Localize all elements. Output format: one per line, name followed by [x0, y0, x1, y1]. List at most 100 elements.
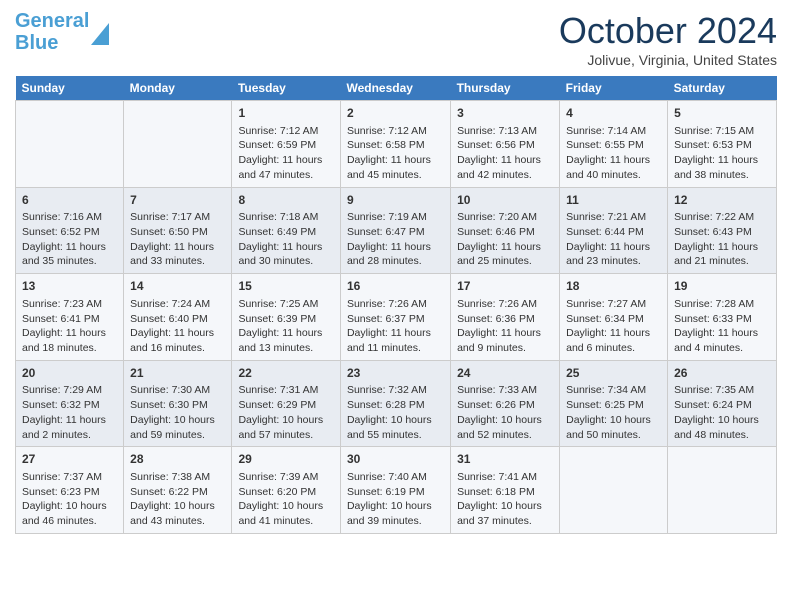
logo-text: General Blue	[15, 10, 89, 54]
calendar-cell: 23Sunrise: 7:32 AM Sunset: 6:28 PM Dayli…	[340, 360, 450, 447]
calendar-cell: 27 Sunrise: 7:37 AM Sunset: 6:23 PM Dayli…	[16, 447, 124, 534]
day-content: Sunrise: 7:26 AM Sunset: 6:37 PM Dayligh…	[347, 297, 444, 356]
day-number: 17	[457, 278, 553, 295]
header-row: SundayMondayTuesdayWednesdayThursdayFrid…	[16, 76, 777, 101]
day-content: Sunrise: 7:39 AM Sunset: 6:20 PM Dayligh…	[238, 470, 334, 529]
calendar-cell: 8Sunrise: 7:18 AM Sunset: 6:49 PM Daylig…	[232, 187, 341, 274]
calendar-cell: 2Sunrise: 7:12 AM Sunset: 6:58 PM Daylig…	[340, 101, 450, 188]
calendar-cell: 1 Sunrise: 7:12 AM Sunset: 6:59 PM Daylig…	[232, 101, 341, 188]
day-content: Sunrise: 7:35 AM Sunset: 6:24 PM Dayligh…	[674, 383, 770, 442]
calendar-cell: 21Sunrise: 7:30 AM Sunset: 6:30 PM Dayli…	[124, 360, 232, 447]
calendar-cell: 5 Sunrise: 7:15 AM Sunset: 6:53 PM Daylig…	[668, 101, 777, 188]
calendar-cell: 20Sunrise: 7:29 AM Sunset: 6:32 PM Dayli…	[16, 360, 124, 447]
logo-arrow-icon	[91, 23, 109, 45]
calendar-cell: 28Sunrise: 7:38 AM Sunset: 6:22 PM Dayli…	[124, 447, 232, 534]
calendar-cell: 4Sunrise: 7:14 AM Sunset: 6:55 PM Daylig…	[560, 101, 668, 188]
day-content: Sunrise: 7:14 AM Sunset: 6:55 PM Dayligh…	[566, 124, 661, 183]
header: General Blue October 2024 Jolivue, Virgi…	[15, 10, 777, 68]
day-number: 1	[238, 105, 334, 122]
week-row-4: 20Sunrise: 7:29 AM Sunset: 6:32 PM Dayli…	[16, 360, 777, 447]
day-content: Sunrise: 7:28 AM Sunset: 6:33 PM Dayligh…	[674, 297, 770, 356]
calendar-cell: 16 Sunrise: 7:26 AM Sunset: 6:37 PM Dayli…	[340, 274, 450, 361]
calendar-cell: 30Sunrise: 7:40 AM Sunset: 6:19 PM Dayli…	[340, 447, 450, 534]
day-number: 7	[130, 192, 225, 209]
week-row-3: 13 Sunrise: 7:23 AM Sunset: 6:41 PM Dayli…	[16, 274, 777, 361]
day-content: Sunrise: 7:19 AM Sunset: 6:47 PM Dayligh…	[347, 210, 444, 269]
logo-blue: Blue	[15, 32, 58, 54]
day-number: 19	[674, 278, 770, 295]
calendar-header: SundayMondayTuesdayWednesdayThursdayFrid…	[16, 76, 777, 101]
day-header-friday: Friday	[560, 76, 668, 101]
day-number: 8	[238, 192, 334, 209]
calendar-cell: 3Sunrise: 7:13 AM Sunset: 6:56 PM Daylig…	[451, 101, 560, 188]
day-header-monday: Monday	[124, 76, 232, 101]
day-header-thursday: Thursday	[451, 76, 560, 101]
day-number: 16	[347, 278, 444, 295]
day-content: Sunrise: 7:17 AM Sunset: 6:50 PM Dayligh…	[130, 210, 225, 269]
day-content: Sunrise: 7:31 AM Sunset: 6:29 PM Dayligh…	[238, 383, 334, 442]
calendar-cell: 7Sunrise: 7:17 AM Sunset: 6:50 PM Daylig…	[124, 187, 232, 274]
day-content: Sunrise: 7:41 AM Sunset: 6:18 PM Dayligh…	[457, 470, 553, 529]
day-content: Sunrise: 7:27 AM Sunset: 6:34 PM Dayligh…	[566, 297, 661, 356]
day-content: Sunrise: 7:15 AM Sunset: 6:53 PM Dayligh…	[674, 124, 770, 183]
day-number: 22	[238, 365, 334, 382]
month-title: October 2024	[559, 10, 777, 52]
day-number: 3	[457, 105, 553, 122]
calendar-cell: 10Sunrise: 7:20 AM Sunset: 6:46 PM Dayli…	[451, 187, 560, 274]
day-number: 12	[674, 192, 770, 209]
calendar-cell: 18 Sunrise: 7:27 AM Sunset: 6:34 PM Dayli…	[560, 274, 668, 361]
day-content: Sunrise: 7:37 AM Sunset: 6:23 PM Dayligh…	[22, 470, 117, 529]
calendar-cell: 29 Sunrise: 7:39 AM Sunset: 6:20 PM Dayli…	[232, 447, 341, 534]
day-content: Sunrise: 7:34 AM Sunset: 6:25 PM Dayligh…	[566, 383, 661, 442]
day-content: Sunrise: 7:25 AM Sunset: 6:39 PM Dayligh…	[238, 297, 334, 356]
day-content: Sunrise: 7:20 AM Sunset: 6:46 PM Dayligh…	[457, 210, 553, 269]
day-content: Sunrise: 7:38 AM Sunset: 6:22 PM Dayligh…	[130, 470, 225, 529]
calendar-cell: 12Sunrise: 7:22 AM Sunset: 6:43 PM Dayli…	[668, 187, 777, 274]
day-number: 10	[457, 192, 553, 209]
calendar-cell: 6Sunrise: 7:16 AM Sunset: 6:52 PM Daylig…	[16, 187, 124, 274]
day-content: Sunrise: 7:18 AM Sunset: 6:49 PM Dayligh…	[238, 210, 334, 269]
calendar-cell: 15 Sunrise: 7:25 AM Sunset: 6:39 PM Dayli…	[232, 274, 341, 361]
day-number: 23	[347, 365, 444, 382]
day-number: 21	[130, 365, 225, 382]
calendar-cell: 24Sunrise: 7:33 AM Sunset: 6:26 PM Dayli…	[451, 360, 560, 447]
calendar-cell	[560, 447, 668, 534]
title-area: October 2024 Jolivue, Virginia, United S…	[559, 10, 777, 68]
day-content: Sunrise: 7:22 AM Sunset: 6:43 PM Dayligh…	[674, 210, 770, 269]
logo: General Blue	[15, 10, 109, 54]
calendar-cell: 31Sunrise: 7:41 AM Sunset: 6:18 PM Dayli…	[451, 447, 560, 534]
calendar-cell: 22Sunrise: 7:31 AM Sunset: 6:29 PM Dayli…	[232, 360, 341, 447]
calendar-cell: 17 Sunrise: 7:26 AM Sunset: 6:36 PM Dayli…	[451, 274, 560, 361]
calendar-cell	[668, 447, 777, 534]
week-row-5: 27 Sunrise: 7:37 AM Sunset: 6:23 PM Dayli…	[16, 447, 777, 534]
day-header-sunday: Sunday	[16, 76, 124, 101]
calendar-cell: 26Sunrise: 7:35 AM Sunset: 6:24 PM Dayli…	[668, 360, 777, 447]
day-number: 25	[566, 365, 661, 382]
page: General Blue October 2024 Jolivue, Virgi…	[0, 0, 792, 612]
day-content: Sunrise: 7:24 AM Sunset: 6:40 PM Dayligh…	[130, 297, 225, 356]
calendar-table: SundayMondayTuesdayWednesdayThursdayFrid…	[15, 76, 777, 534]
day-number: 6	[22, 192, 117, 209]
day-number: 5	[674, 105, 770, 122]
day-content: Sunrise: 7:12 AM Sunset: 6:59 PM Dayligh…	[238, 124, 334, 183]
day-content: Sunrise: 7:30 AM Sunset: 6:30 PM Dayligh…	[130, 383, 225, 442]
day-content: Sunrise: 7:16 AM Sunset: 6:52 PM Dayligh…	[22, 210, 117, 269]
day-content: Sunrise: 7:26 AM Sunset: 6:36 PM Dayligh…	[457, 297, 553, 356]
day-number: 15	[238, 278, 334, 295]
day-header-saturday: Saturday	[668, 76, 777, 101]
day-header-tuesday: Tuesday	[232, 76, 341, 101]
location: Jolivue, Virginia, United States	[559, 52, 777, 68]
calendar-cell: 19 Sunrise: 7:28 AM Sunset: 6:33 PM Dayli…	[668, 274, 777, 361]
day-content: Sunrise: 7:23 AM Sunset: 6:41 PM Dayligh…	[22, 297, 117, 356]
day-number: 18	[566, 278, 661, 295]
day-number: 24	[457, 365, 553, 382]
day-number: 14	[130, 278, 225, 295]
week-row-2: 6Sunrise: 7:16 AM Sunset: 6:52 PM Daylig…	[16, 187, 777, 274]
day-content: Sunrise: 7:32 AM Sunset: 6:28 PM Dayligh…	[347, 383, 444, 442]
day-number: 29	[238, 451, 334, 468]
day-number: 27	[22, 451, 117, 468]
logo-general: General	[15, 10, 89, 32]
calendar-body: 1 Sunrise: 7:12 AM Sunset: 6:59 PM Daylig…	[16, 101, 777, 534]
day-number: 20	[22, 365, 117, 382]
day-number: 13	[22, 278, 117, 295]
